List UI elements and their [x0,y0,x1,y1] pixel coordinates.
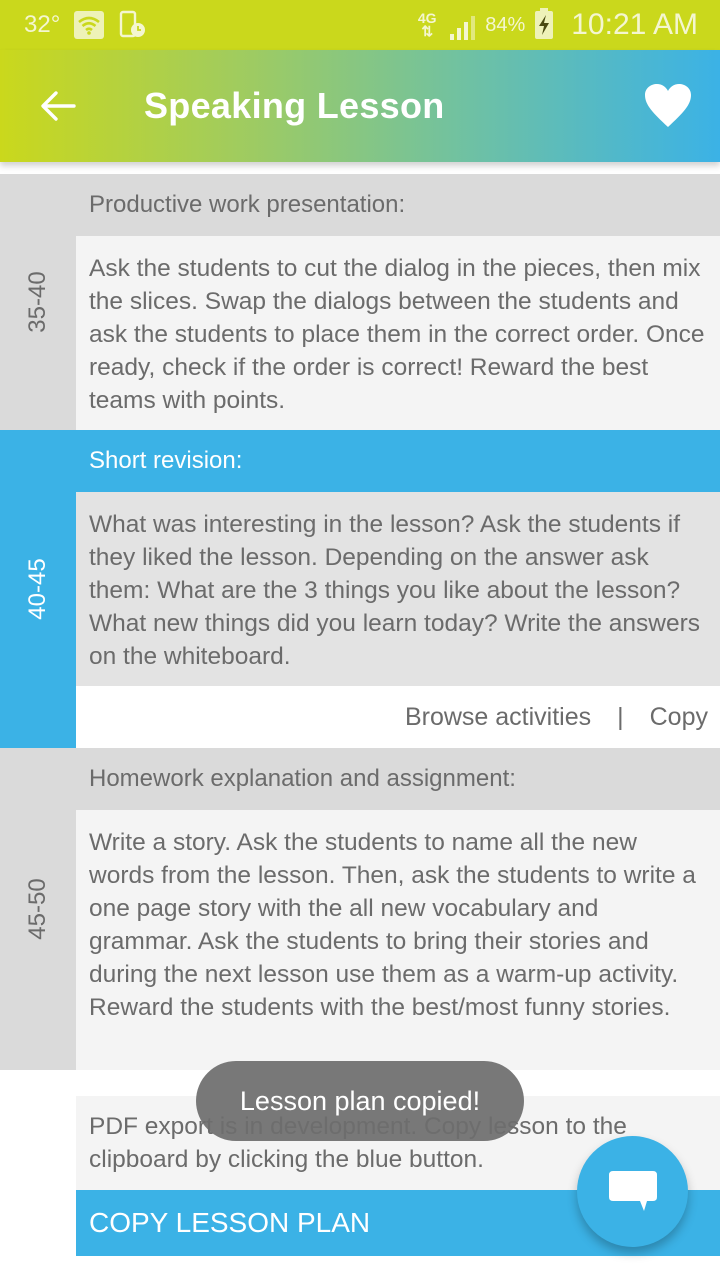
section-text: What was interesting in the lesson? Ask … [76,492,720,686]
back-button[interactable] [28,76,88,136]
lesson-block-highlighted[interactable]: 40-45 Short revision: What was interesti… [0,430,720,748]
battery-percent: 84% [485,13,526,36]
arrow-left-icon [41,91,76,121]
tablet-clock-icon [118,10,148,40]
time-range-column: 45-50 [0,748,76,1070]
section-title: Homework explanation and assignment: [89,765,516,792]
copy-link[interactable]: Copy [650,703,708,732]
section-text: Ask the students to cut the dialog in th… [76,236,720,430]
time-range-label: 45-50 [24,878,51,940]
chat-fab-button[interactable] [577,1136,688,1247]
browse-activities-link[interactable]: Browse activities [405,703,591,732]
time-range-label: 35-40 [24,271,51,333]
toast-message: Lesson plan copied! [196,1061,524,1141]
network-4g-icon: 4G ⇅ [417,10,437,39]
block-actions: Browse activities | Copy [76,686,720,748]
section-title: Short revision: [89,447,243,474]
page-title: Speaking Lesson [144,85,445,126]
time-range-column: 40-45 [0,430,76,748]
heart-icon [645,84,691,127]
network-type-label: 4G [417,10,437,26]
time-range-column: 35-40 [0,174,76,430]
app-bar: Speaking Lesson [0,50,720,162]
time-range-label: 40-45 [24,558,51,620]
lesson-block: 45-50 Homework explanation and assignmen… [0,748,720,1070]
lesson-block: 35-40 Productive work presentation: Ask … [0,174,720,430]
battery-charging-icon [535,8,554,39]
section-text: Write a story. Ask the students to name … [76,810,720,1070]
actions-separator: | [617,702,624,731]
wifi-icon [74,11,105,39]
temperature: 32° [24,11,61,38]
status-bar: 32° 4G ⇅ 84% 10:21 AM [0,0,720,50]
signal-icon [450,10,476,40]
clock: 10:21 AM [571,8,698,41]
chat-bubble-icon [608,1170,657,1211]
section-title: Productive work presentation: [89,191,406,218]
favorite-button[interactable] [638,76,698,136]
